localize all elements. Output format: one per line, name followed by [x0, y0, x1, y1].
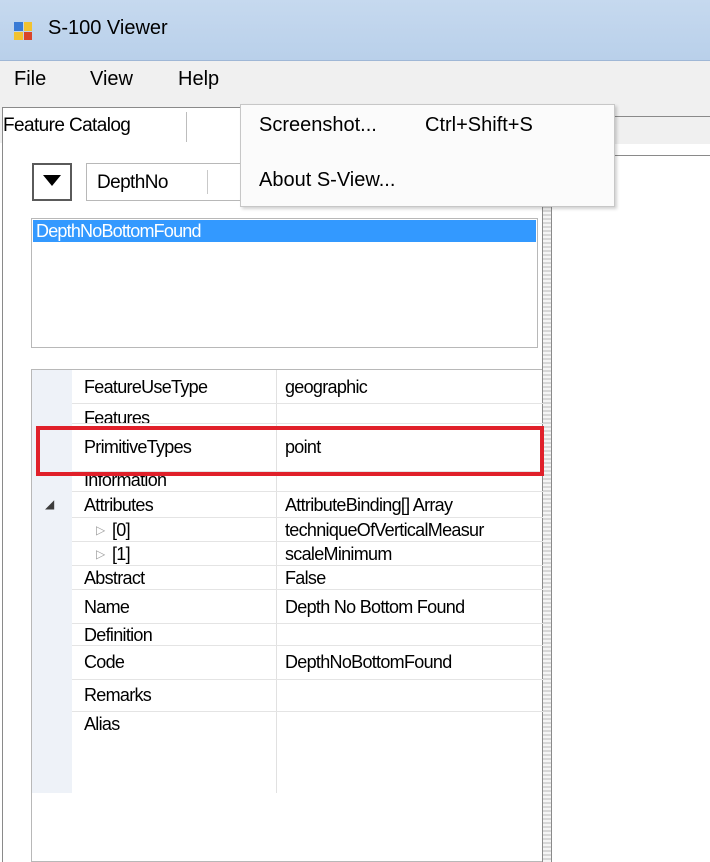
about-label: About S-View...	[259, 169, 396, 191]
menu-item-about[interactable]: About S-View...	[241, 160, 614, 206]
property-name: [1]	[112, 544, 131, 564]
menu-help[interactable]: Help	[178, 68, 219, 91]
property-row[interactable]: Code DepthNoBottomFound	[72, 646, 543, 680]
property-row[interactable]: Remarks	[72, 680, 543, 712]
property-row[interactable]: Definition	[72, 624, 543, 646]
property-name: Definition	[84, 625, 153, 645]
dropdown-button[interactable]	[32, 163, 72, 201]
property-row[interactable]: ▷ [0] techniqueOfVerticalMeasur	[72, 518, 543, 542]
search-caret	[207, 170, 208, 194]
property-value: techniqueOfVerticalMeasur	[285, 520, 484, 540]
property-name: Abstract	[84, 568, 145, 588]
menu-file[interactable]: File	[14, 68, 46, 91]
menu-bar: File View Help	[0, 61, 710, 100]
property-value: Depth No Bottom Found	[285, 597, 465, 617]
tab-divider	[186, 112, 187, 142]
expand-arrow-icon[interactable]: ▷	[96, 547, 105, 561]
title-bar: S-100 Viewer	[0, 0, 710, 61]
property-name: FeatureUseType	[84, 377, 208, 397]
property-name: Alias	[84, 714, 120, 734]
highlight-box	[36, 426, 544, 476]
property-value: DepthNoBottomFound	[285, 652, 452, 672]
property-value: AttributeBinding[] Array	[285, 495, 453, 515]
property-name: Code	[84, 652, 125, 672]
property-row[interactable]: Features	[72, 404, 543, 424]
screenshot-shortcut: Ctrl+Shift+S	[425, 114, 533, 136]
property-row[interactable]: Abstract False	[72, 566, 543, 590]
property-name: Remarks	[84, 685, 152, 705]
app-icon	[14, 22, 32, 40]
search-value: DepthNo	[97, 172, 168, 193]
property-name: Name	[84, 597, 130, 617]
property-value: scaleMinimum	[285, 544, 392, 564]
screenshot-label: Screenshot...	[259, 114, 377, 136]
property-value: False	[285, 568, 326, 588]
property-name: Features	[84, 408, 150, 424]
feature-list[interactable]: DepthNoBottomFound	[31, 218, 538, 348]
window-title: S-100 Viewer	[48, 17, 168, 39]
property-row[interactable]: FeatureUseType geographic	[72, 370, 543, 404]
view-menu-dropdown: Screenshot... Ctrl+Shift+S About S-View.…	[240, 104, 615, 207]
menu-view[interactable]: View	[90, 68, 133, 91]
property-row[interactable]: ▷ [1] scaleMinimum	[72, 542, 543, 566]
splitter[interactable]	[542, 206, 552, 862]
list-item-selected[interactable]: DepthNoBottomFound	[33, 220, 536, 242]
property-row[interactable]: Name Depth No Bottom Found	[72, 590, 543, 624]
tab-feature-catalog[interactable]: Feature Catalog	[2, 107, 242, 144]
property-value: geographic	[285, 377, 368, 397]
property-row[interactable]: ◢ Attributes AttributeBinding[] Array	[45, 492, 543, 518]
property-row[interactable]: Alias	[72, 712, 543, 793]
tab-feature-catalog-label: Feature Catalog	[3, 115, 131, 136]
menu-item-screenshot[interactable]: Screenshot... Ctrl+Shift+S	[241, 105, 614, 151]
expand-arrow-icon[interactable]: ▷	[96, 523, 105, 537]
collapse-arrow-icon[interactable]: ◢	[45, 497, 54, 511]
property-name: Attributes	[84, 495, 154, 515]
chevron-down-icon	[43, 175, 61, 186]
property-name: [0]	[112, 520, 131, 540]
